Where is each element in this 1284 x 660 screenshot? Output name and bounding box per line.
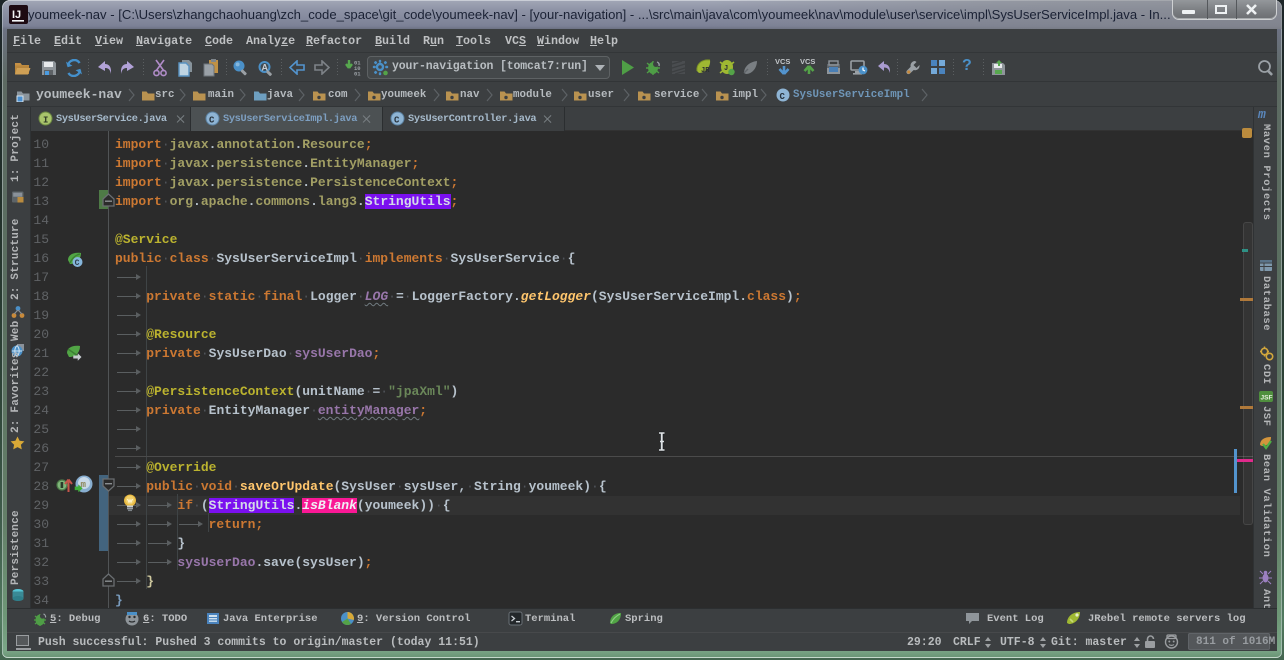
svg-text:01: 01 [354,71,361,77]
svg-text:C: C [209,116,215,126]
svg-text:IJ: IJ [12,9,21,21]
svg-text:J: J [724,65,728,73]
svg-text:C: C [394,116,400,126]
svg-text:JR: JR [701,67,710,75]
svg-text:JSF: JSF [1261,395,1273,402]
svg-text:C: C [780,92,786,102]
svg-text:VCS: VCS [775,57,790,66]
svg-text:VCS: VCS [800,57,815,66]
svg-text:C: C [75,259,80,268]
svg-text:I: I [43,116,48,126]
